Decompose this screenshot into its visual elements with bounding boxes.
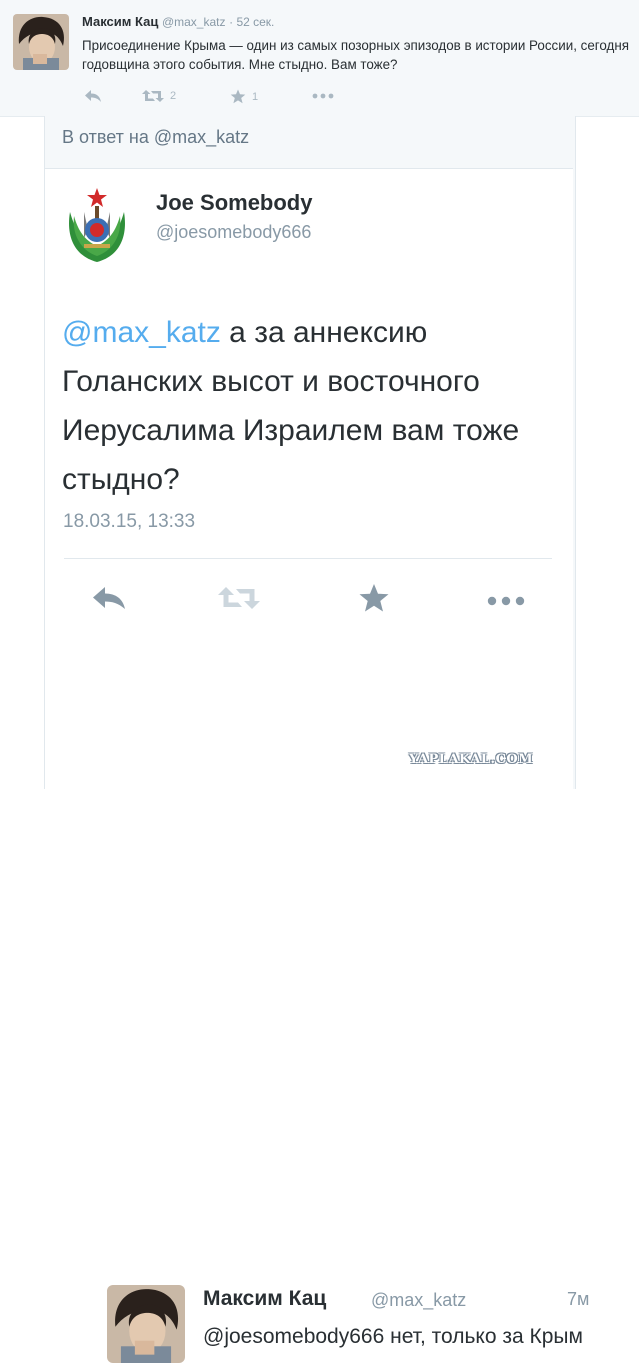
top-tweet: Максим Кац @max_katz · 52 сек. Присоедин… [0, 0, 639, 117]
in-reply-to[interactable]: В ответ на @max_katz [62, 127, 249, 148]
author-handle[interactable]: @max_katz [371, 1290, 466, 1311]
reply-button[interactable] [92, 586, 126, 615]
divider [64, 558, 552, 559]
emblem-icon [69, 188, 125, 262]
more-icon [487, 596, 525, 606]
favorite-count: 1 [252, 90, 259, 103]
watermark: YAPLAKAL.COM [409, 752, 534, 767]
retweet-count: 2 [170, 90, 177, 102]
reply-icon [85, 90, 101, 102]
more-button[interactable] [312, 93, 334, 99]
emblem-avatar[interactable] [64, 186, 130, 266]
favorite-icon [359, 584, 389, 612]
author-name[interactable]: Максим Кац [82, 14, 158, 29]
avatar[interactable] [107, 1285, 185, 1363]
retweet-button[interactable]: 2 [142, 89, 176, 103]
retweet-icon [142, 90, 164, 102]
reply-icon [93, 587, 125, 609]
more-icon [312, 93, 334, 99]
avatar-image [13, 14, 69, 70]
author-handle[interactable]: @joesomebody666 [156, 222, 311, 243]
tweet-text: @max_katz а за аннексию Голанских высот … [62, 308, 562, 504]
favorite-button[interactable]: 1 [230, 89, 258, 104]
tweet-text: @joesomebody666 нет, только за Крым [203, 1325, 583, 1348]
tweet-text: Присоединение Крыма — один из самых позо… [82, 38, 629, 72]
author-name[interactable]: Максим Кац [203, 1287, 326, 1311]
avatar[interactable] [13, 14, 69, 70]
favorite-icon [230, 89, 246, 104]
author-name[interactable]: Joe Somebody [156, 190, 312, 216]
tweet-time[interactable]: · 52 сек. [229, 15, 274, 29]
favorite-button[interactable] [358, 583, 390, 618]
avatar-image [107, 1285, 185, 1363]
more-button[interactable] [487, 593, 527, 611]
retweet-button[interactable] [218, 586, 260, 615]
tweet-time[interactable]: 7м [567, 1289, 589, 1310]
tweet-timestamp[interactable]: 18.03.15, 13:33 [63, 511, 195, 533]
reply-button[interactable] [84, 89, 102, 103]
tweet-header: Максим Кац @max_katz · 52 сек. [82, 14, 274, 29]
retweet-icon [218, 587, 260, 609]
author-handle[interactable]: @max_katz [162, 15, 226, 29]
mention-link[interactable]: @max_katz [62, 316, 221, 349]
